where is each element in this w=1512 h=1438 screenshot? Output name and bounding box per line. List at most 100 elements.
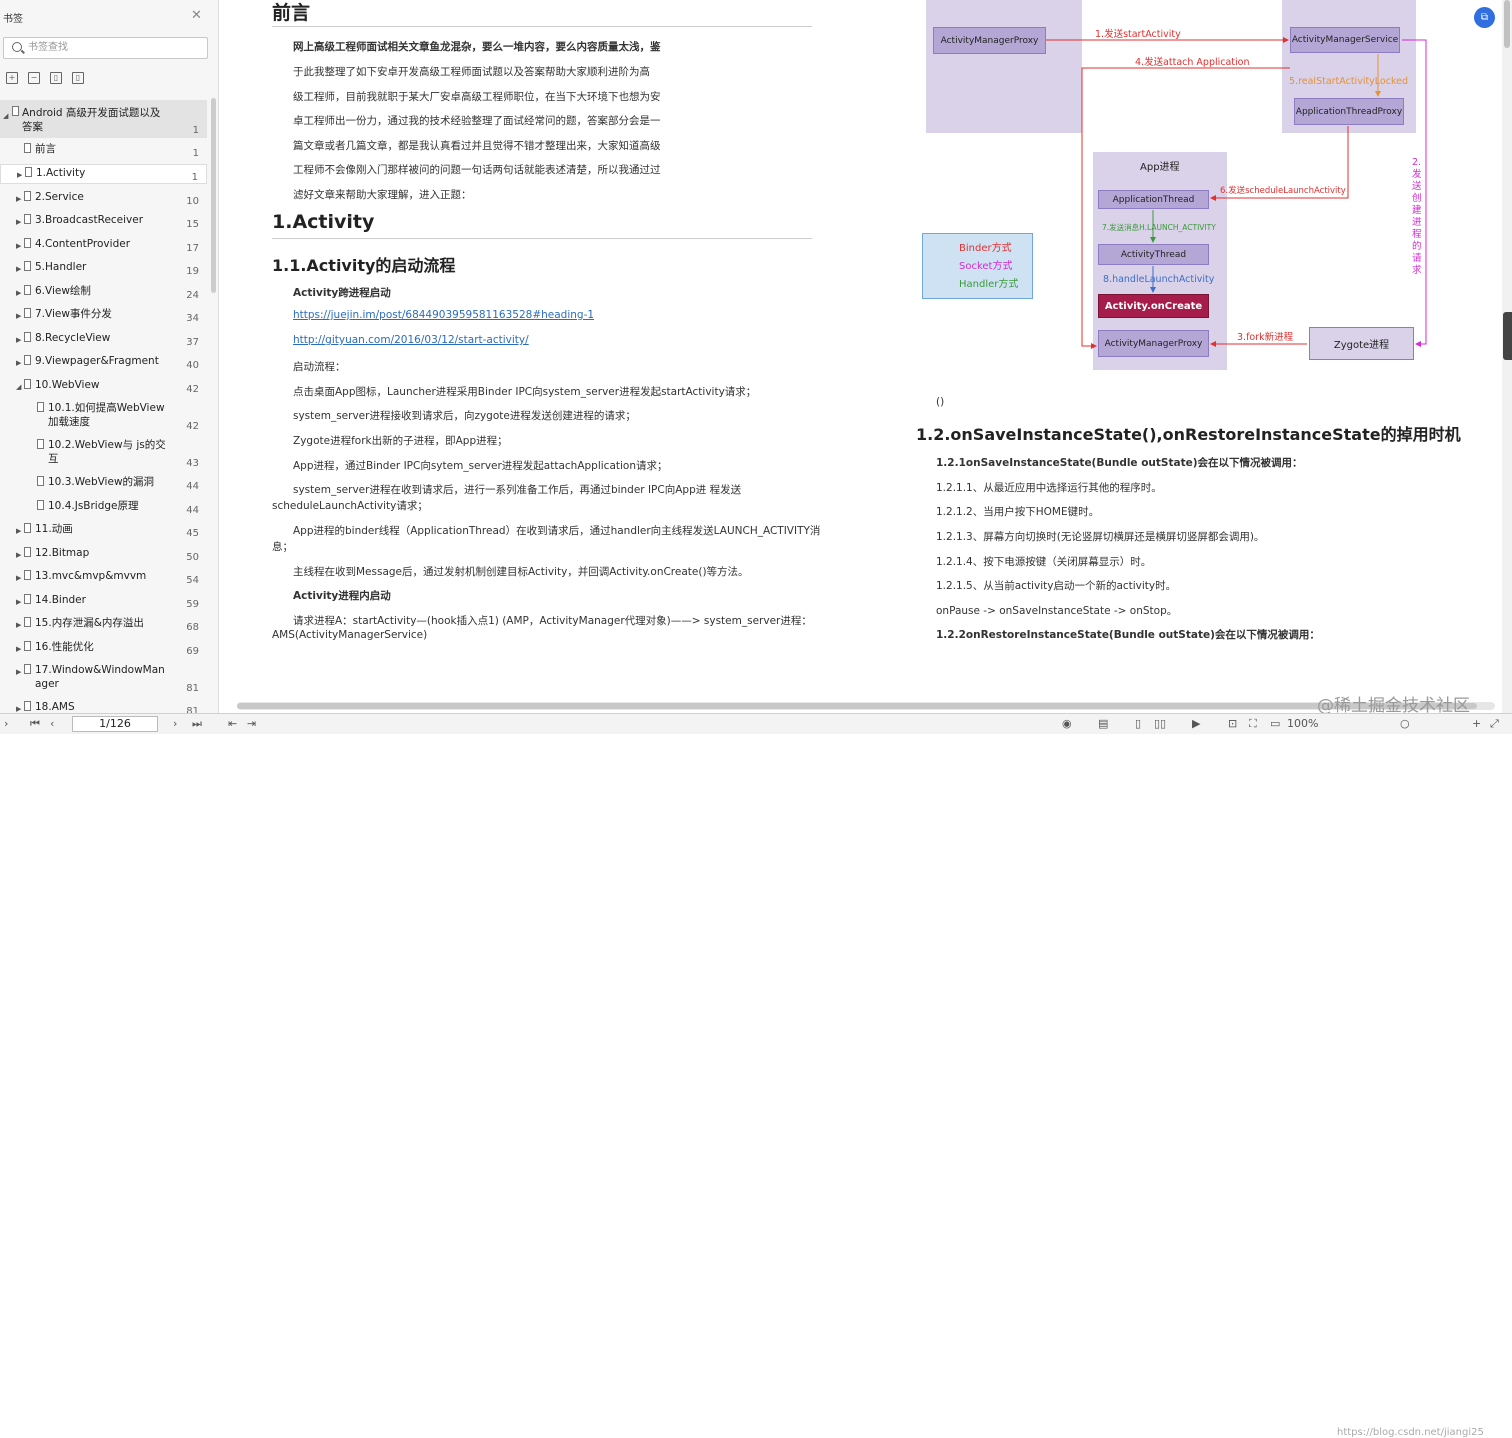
list-item: 1.2.1.3、屏幕方向切换时(无论竖屏切横屏还是横屏切竖屏都会调用)。 (936, 531, 1265, 543)
zoom-slider[interactable]: ○ (1400, 717, 1410, 730)
bookmark-label: 7.View事件分发 (35, 308, 112, 320)
side-panel-tab[interactable] (1503, 312, 1512, 360)
bookmark-item[interactable]: ▶ 7.View事件分发 34 (0, 306, 207, 324)
bookmark-label: 10.4.JsBridge原理 (48, 500, 139, 512)
bookmark-item[interactable]: ▶ 2.Service 10 (0, 189, 207, 207)
bookmark-label: 4.ContentProvider (35, 238, 131, 250)
subsection-heading: 1.2.onSaveInstanceState(),onRestoreInsta… (916, 425, 1461, 444)
bookmark-item[interactable]: 10.2.WebView与 js的交互 43 (0, 437, 207, 469)
zoom-in-icon[interactable]: + (1472, 717, 1481, 730)
next-page-icon[interactable]: › (173, 717, 177, 730)
edge-label: 6.发送scheduleLaunchActivity (1220, 186, 1346, 196)
bookmark-item[interactable]: ▶ 6.View绘制 24 (0, 283, 207, 301)
edge-label: 3.fork新进程 (1237, 332, 1294, 343)
status-bar: › ⏮ ‹ 1/126 › ⏭ ⇤ ⇥ ◉ ▤ ▯ ▯▯ ▶ ⊡ ⛶ ▭ 100… (0, 713, 1512, 1438)
bookmark-item[interactable]: ▶ 13.mvc&mvp&mvvm 54 (0, 568, 207, 586)
eye-icon[interactable]: ◉ (1062, 717, 1072, 730)
bookmark-item[interactable]: 10.4.JsBridge原理 44 (0, 498, 207, 516)
double-page-icon[interactable]: ▯▯ (1154, 717, 1166, 730)
forward-icon[interactable]: ⇥ (247, 717, 256, 730)
zoom-level[interactable]: 100% (1287, 717, 1318, 730)
bookmark-label: 5.Handler (35, 261, 87, 273)
prev-page-icon[interactable]: ‹ (50, 717, 54, 730)
step-text: App进程，通过Binder IPC向sytem_server进程发起attac… (293, 460, 668, 472)
diagram-arrows (927, 37, 1427, 349)
bookmark-label: 18.AMS (35, 701, 75, 713)
list-item: 1.2.1.2、当用户按下HOME键时。 (936, 506, 1100, 518)
bookmark-item[interactable]: ▶ 3.BroadcastReceiver 15 (0, 212, 207, 230)
single-page-icon[interactable]: ▯ (1135, 717, 1141, 730)
fit-width-icon[interactable]: ▤ (1098, 717, 1108, 730)
bookmark-label: 10.2.WebView与 js的交 (48, 439, 166, 451)
bookmark-item[interactable]: 10.3.WebView的漏洞 44 (0, 474, 207, 492)
step-text: Zygote进程fork出新的子进程，即App进程； (293, 435, 508, 447)
fullscreen-icon[interactable]: ⤢ (1490, 717, 1499, 731)
bookmark-icon[interactable]: ▯ (72, 72, 84, 84)
text-line: () (936, 396, 945, 408)
collapse-all-icon[interactable]: − (28, 72, 40, 84)
bookmark-label: Android 高级开发面试题以及 (22, 107, 161, 119)
bookmark-item[interactable]: ▶ 1.Activity 1 (0, 164, 207, 184)
bookmark-label: 10.3.WebView的漏洞 (48, 476, 155, 488)
bookmark-item[interactable]: ▶ 5.Handler 19 (0, 259, 207, 277)
bookmark-item[interactable]: ▶ 11.动画 45 (0, 521, 207, 539)
bookmark-page: 1 (192, 125, 199, 136)
bookmark-page: 43 (186, 458, 199, 469)
bookmark-item[interactable]: ▶ 16.性能优化 69 (0, 639, 207, 657)
bookmark-item[interactable]: ▶ 18.AMS 81 (0, 699, 207, 717)
bookmark-item[interactable]: ▶ 4.ContentProvider 17 (0, 236, 207, 254)
translate-float-button[interactable]: ⧉ (1474, 7, 1495, 28)
search-icon (12, 42, 22, 52)
bookmark-item[interactable]: 前言 1 (0, 141, 207, 159)
bookmark-page: 42 (186, 384, 199, 395)
bookmark-item[interactable]: ▶ 14.Binder 59 (0, 592, 207, 610)
comment-icon[interactable]: ▭ (1270, 717, 1280, 730)
last-page-icon[interactable]: ⏭ (192, 717, 202, 731)
bookmark-label: 13.mvc&mvp&mvvm (35, 570, 147, 582)
bookmark-label: 9.Viewpager&Fragment (35, 355, 159, 367)
bookmark-page: 19 (186, 266, 199, 277)
bookmark-item[interactable]: ◢ 10.WebView 42 (0, 377, 207, 395)
bookmark-label: 14.Binder (35, 594, 86, 606)
edge-label: 5.realStartActivityLocked (1289, 76, 1409, 87)
scroll-thumb[interactable] (237, 703, 1477, 709)
scroll-thumb[interactable] (1504, 0, 1510, 48)
bookmarks-sidebar: 书签 ✕ 书签查找 + − ▯ ▯ ◢ Android 高级开发面试题以及 答案 1 … (0, 0, 219, 717)
bookmark-item[interactable]: ▶ 9.Viewpager&Fragment 40 (0, 353, 207, 371)
bookmark-item[interactable]: ▶ 17.Window&WindowMan ager 81 (0, 662, 207, 694)
edge-label: 2.发送创建进程的请求 (1412, 157, 1422, 276)
bookmark-page: 34 (186, 313, 199, 324)
expand-all-icon[interactable]: + (6, 72, 18, 84)
sidebar-scrollbar[interactable] (211, 98, 216, 293)
bookmark-search-input[interactable]: 书签查找 (3, 37, 208, 59)
bookmark-item[interactable]: ◢ Android 高级开发面试题以及 答案 1 (0, 100, 207, 138)
add-bookmark-icon[interactable]: ▯ (50, 72, 62, 84)
play-icon[interactable]: ▶ (1192, 717, 1200, 730)
bookmark-item[interactable]: ▶ 12.Bitmap 50 (0, 545, 207, 563)
bookmark-page: 69 (186, 646, 199, 657)
bookmark-label: 17.Window&WindowMan (35, 664, 165, 676)
back-icon[interactable]: ⇤ (228, 717, 237, 730)
bookmark-item[interactable]: ▶ 8.RecycleView 37 (0, 330, 207, 348)
close-icon[interactable]: ✕ (191, 8, 202, 23)
first-page-icon[interactable]: ⏮ (30, 717, 40, 731)
bookmark-item[interactable]: ▶ 15.内存泄漏&内存溢出 68 (0, 615, 207, 633)
bookmark-label: 答案 (22, 121, 43, 133)
fit-page-icon[interactable]: ⛶ (1249, 717, 1257, 731)
text-line: 请求进程A：startActivity—(hook插入点1) (AMP，Acti… (293, 615, 812, 627)
bookmark-label: 10.1.如何提高WebView (48, 402, 165, 414)
bookmark-label: 加载速度 (48, 416, 90, 428)
edge-label: 8.handleLaunchActivity (1103, 274, 1215, 285)
actual-size-icon[interactable]: ⊡ (1228, 717, 1237, 730)
bookmark-toolbar: + − ▯ ▯ (6, 72, 84, 86)
step-text: 主线程在收到Message后，通过发射机制创建目标Activity，并回调Act… (293, 566, 749, 578)
bookmark-page: 59 (186, 599, 199, 610)
bookmark-page: 50 (186, 552, 199, 563)
bookmark-page: 10 (186, 196, 199, 207)
page-number-input[interactable]: 1/126 (72, 716, 158, 732)
bookmark-page: 44 (186, 505, 199, 516)
horizontal-scrollbar[interactable] (237, 702, 1495, 710)
nav-arrow-icon[interactable]: › (4, 717, 8, 730)
legend-socket: Socket方式 (959, 261, 1013, 272)
bookmark-item[interactable]: 10.1.如何提高WebView 加载速度 42 (0, 400, 207, 432)
